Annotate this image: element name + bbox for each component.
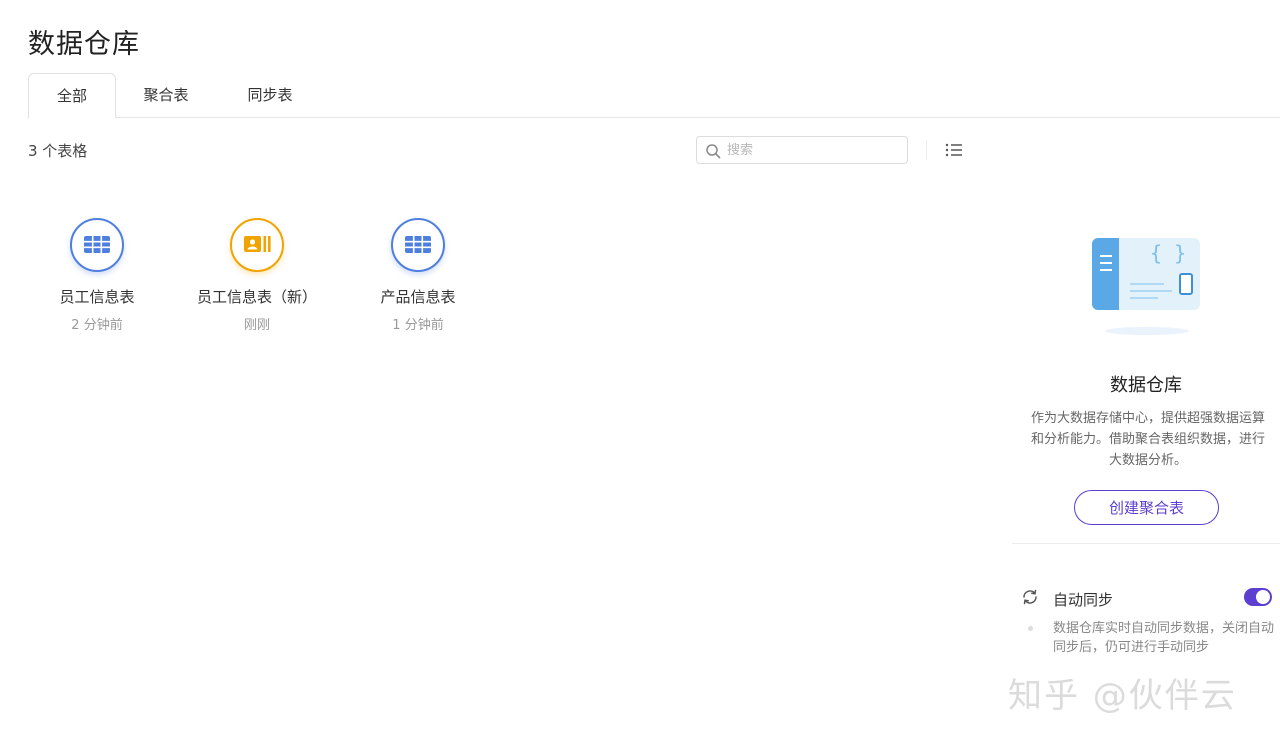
table-card[interactable]: 员工信息表 2 分钟前 [22, 218, 172, 333]
table-card[interactable]: 产品信息表 1 分钟前 [343, 218, 493, 333]
create-aggregate-table-button[interactable]: 创建聚合表 [1074, 490, 1219, 525]
search-icon [706, 144, 721, 159]
data-warehouse-illustration-icon: { } [1092, 238, 1200, 335]
bullet-dot [1028, 626, 1033, 631]
watermark: 知乎 @伙伴云 [1008, 676, 1237, 716]
side-panel-description: 作为大数据存储中心，提供超强数据运算和分析能力。借助聚合表组织数据，进行大数据分… [1030, 411, 1265, 468]
table-count: 3 个表格 [28, 142, 88, 160]
grid-table-icon [405, 236, 431, 253]
side-panel: { } 数据仓库 作为大数据存储中心，提供超强数据运算和分析能力。借助聚合表组织… [1012, 118, 1280, 742]
auto-sync-description: 数据仓库实时自动同步数据，关闭自动同步后，仍可进行手动同步 [1053, 621, 1275, 655]
toolbar-divider [926, 140, 927, 160]
table-icon-circle [391, 218, 445, 272]
search-input[interactable] [727, 139, 897, 161]
svg-text:{ }: { } [1150, 241, 1186, 265]
table-card[interactable]: 员工信息表（新） 刚刚 [182, 218, 332, 333]
page-title: 数据仓库 [28, 29, 140, 60]
side-panel-divider [1012, 543, 1280, 544]
table-time: 刚刚 [243, 318, 270, 333]
table-name: 产品信息表 [380, 288, 456, 306]
tab-aggregate-tables[interactable]: 聚合表 [134, 73, 198, 118]
refresh-icon [1023, 589, 1037, 605]
contact-card-icon [244, 236, 271, 252]
auto-sync-toggle[interactable] [1244, 588, 1272, 606]
table-name: 员工信息表 [59, 288, 135, 306]
list-view-icon[interactable] [944, 141, 964, 159]
table-icon-circle [230, 218, 284, 272]
tab-sync-tables[interactable]: 同步表 [236, 73, 304, 118]
grid-table-icon [84, 236, 110, 253]
auto-sync-label: 自动同步 [1053, 591, 1114, 609]
table-time: 2 分钟前 [71, 318, 123, 333]
tab-all[interactable]: 全部 [28, 73, 116, 119]
table-name: 员工信息表（新） [196, 288, 317, 306]
table-time: 1 分钟前 [392, 318, 444, 333]
side-panel-title: 数据仓库 [1110, 375, 1182, 396]
tab-bar: 全部 聚合表 同步表 [28, 73, 1280, 119]
search-box[interactable] [696, 136, 908, 164]
table-icon-circle [70, 218, 124, 272]
